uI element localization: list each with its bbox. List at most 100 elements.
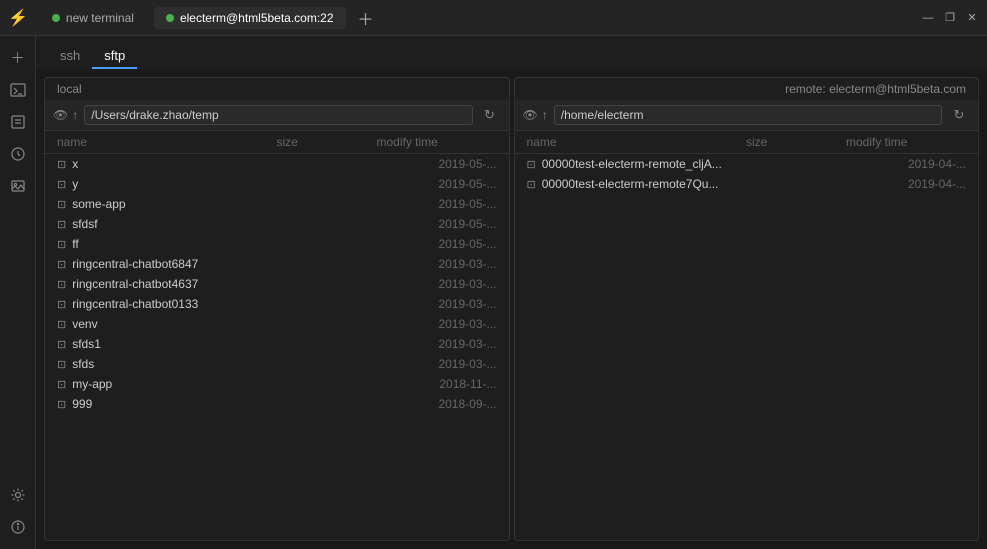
file-mtime: 2019-03-... — [377, 277, 497, 291]
file-mtime: 2019-05-... — [377, 237, 497, 251]
sidebar-icon-info[interactable] — [4, 513, 32, 541]
list-item[interactable]: ⊡ ff 2019-05-... — [45, 234, 509, 254]
tab-new-terminal[interactable]: new terminal — [40, 7, 146, 29]
app-body: ＋ — [0, 36, 987, 549]
tab-electerm[interactable]: electerm@html5beta.com:22 — [154, 7, 346, 29]
list-item[interactable]: ⊡ 00000test-electerm-remote7Qu... 2019-0… — [515, 174, 979, 194]
file-mtime: 2019-03-... — [377, 317, 497, 331]
folder-icon: ⊡ — [57, 198, 66, 211]
sidebar-icon-image[interactable] — [4, 172, 32, 200]
file-name: ⊡ venv — [57, 317, 277, 331]
list-item[interactable]: ⊡ 999 2018-09-... — [45, 394, 509, 414]
sidebar-icon-bookmarks[interactable] — [4, 108, 32, 136]
file-mtime: 2019-03-... — [377, 357, 497, 371]
folder-icon: ⊡ — [57, 358, 66, 371]
folder-icon: ⊡ — [57, 238, 66, 251]
local-path-bar: 👁 ↑ ↻ — [45, 100, 509, 131]
titlebar: ⚡ new terminal electerm@html5beta.com:22… — [0, 0, 987, 36]
sidebar-icon-settings[interactable] — [4, 481, 32, 509]
remote-path-input[interactable] — [554, 105, 942, 125]
folder-icon: ⊡ — [57, 398, 66, 411]
file-mtime: 2019-03-... — [377, 337, 497, 351]
folder-icon: ⊡ — [57, 278, 66, 291]
list-item[interactable]: ⊡ y 2019-05-... — [45, 174, 509, 194]
folder-icon: ⊡ — [57, 338, 66, 351]
folder-icon: ⊡ — [527, 158, 536, 171]
remote-up-icon[interactable]: ↑ — [542, 108, 548, 122]
local-path-icons: 👁 ↑ — [53, 108, 78, 122]
remote-eye-icon[interactable]: 👁 — [523, 108, 538, 122]
local-col-name: name — [57, 135, 277, 149]
local-path-input[interactable] — [84, 105, 472, 125]
tab-sftp[interactable]: sftp — [92, 44, 137, 69]
folder-icon: ⊡ — [57, 178, 66, 191]
folder-icon: ⊡ — [57, 158, 66, 171]
file-name: ⊡ 00000test-electerm-remote_cljA... — [527, 157, 747, 171]
list-item[interactable]: ⊡ ringcentral-chatbot4637 2019-03-... — [45, 274, 509, 294]
file-name: ⊡ ff — [57, 237, 277, 251]
file-mtime: 2019-03-... — [377, 297, 497, 311]
folder-icon: ⊡ — [57, 298, 66, 311]
folder-icon: ⊡ — [57, 318, 66, 331]
file-mtime: 2019-05-... — [377, 157, 497, 171]
remote-path-bar: 👁 ↑ ↻ — [515, 100, 979, 131]
remote-panel-label: remote: electerm@html5beta.com — [773, 78, 978, 100]
remote-refresh-button[interactable]: ↻ — [948, 104, 970, 126]
remote-col-name: name — [527, 135, 747, 149]
window-controls: — ❐ ✕ — [921, 11, 979, 25]
tab-label-active: electerm@html5beta.com:22 — [180, 11, 334, 25]
file-name: ⊡ some-app — [57, 197, 277, 211]
file-name: ⊡ ringcentral-chatbot6847 — [57, 257, 277, 271]
folder-icon: ⊡ — [57, 218, 66, 231]
list-item[interactable]: ⊡ sfds1 2019-03-... — [45, 334, 509, 354]
maximize-button[interactable]: ❐ — [943, 11, 957, 25]
folder-icon: ⊡ — [527, 178, 536, 191]
sidebar-icon-terminal[interactable] — [4, 76, 32, 104]
local-col-size: size — [277, 135, 377, 149]
tab-dot-active — [166, 14, 174, 22]
minimize-button[interactable]: — — [921, 11, 935, 25]
list-item[interactable]: ⊡ sfds 2019-03-... — [45, 354, 509, 374]
file-name: ⊡ sfdsf — [57, 217, 277, 231]
file-name: ⊡ 00000test-electerm-remote7Qu... — [527, 177, 747, 191]
list-item[interactable]: ⊡ some-app 2019-05-... — [45, 194, 509, 214]
remote-panel: remote: electerm@html5beta.com 👁 ↑ ↻ nam… — [514, 77, 980, 541]
sidebar: ＋ — [0, 36, 36, 549]
file-name: ⊡ my-app — [57, 377, 277, 391]
file-mtime: 2019-05-... — [377, 197, 497, 211]
list-item[interactable]: ⊡ sfdsf 2019-05-... — [45, 214, 509, 234]
list-item[interactable]: ⊡ ringcentral-chatbot6847 2019-03-... — [45, 254, 509, 274]
local-refresh-button[interactable]: ↻ — [479, 104, 501, 126]
local-eye-icon[interactable]: 👁 — [53, 108, 68, 122]
list-item[interactable]: ⊡ ringcentral-chatbot0133 2019-03-... — [45, 294, 509, 314]
panels-container: local 👁 ↑ ↻ name size modify time ⊡ — [36, 69, 987, 549]
close-button[interactable]: ✕ — [965, 11, 979, 25]
folder-icon: ⊡ — [57, 378, 66, 391]
proto-tabs: ssh sftp — [36, 36, 987, 69]
add-tab-button[interactable]: ＋ — [354, 6, 378, 30]
file-mtime: 2019-03-... — [377, 257, 497, 271]
content-area: ssh sftp local 👁 ↑ ↻ name size — [36, 36, 987, 549]
remote-file-list: ⊡ 00000test-electerm-remote_cljA... 2019… — [515, 154, 979, 540]
local-up-icon[interactable]: ↑ — [72, 108, 78, 122]
file-name: ⊡ ringcentral-chatbot0133 — [57, 297, 277, 311]
local-panel: local 👁 ↑ ↻ name size modify time ⊡ — [44, 77, 510, 541]
local-panel-label: local — [45, 78, 509, 100]
file-mtime: 2018-09-... — [377, 397, 497, 411]
remote-panel-left-label — [515, 85, 539, 93]
file-mtime: 2019-05-... — [377, 177, 497, 191]
file-name: ⊡ x — [57, 157, 277, 171]
remote-file-list-header: name size modify time — [515, 131, 979, 154]
tab-ssh[interactable]: ssh — [48, 44, 92, 69]
sidebar-icon-history[interactable] — [4, 140, 32, 168]
remote-path-icons: 👁 ↑ — [523, 108, 548, 122]
list-item[interactable]: ⊡ my-app 2018-11-... — [45, 374, 509, 394]
tab-label: new terminal — [66, 11, 134, 25]
file-mtime: 2019-04-... — [846, 177, 966, 191]
sidebar-icon-add[interactable]: ＋ — [4, 44, 32, 72]
file-name: ⊡ sfds1 — [57, 337, 277, 351]
tab-dot — [52, 14, 60, 22]
list-item[interactable]: ⊡ venv 2019-03-... — [45, 314, 509, 334]
list-item[interactable]: ⊡ 00000test-electerm-remote_cljA... 2019… — [515, 154, 979, 174]
list-item[interactable]: ⊡ x 2019-05-... — [45, 154, 509, 174]
